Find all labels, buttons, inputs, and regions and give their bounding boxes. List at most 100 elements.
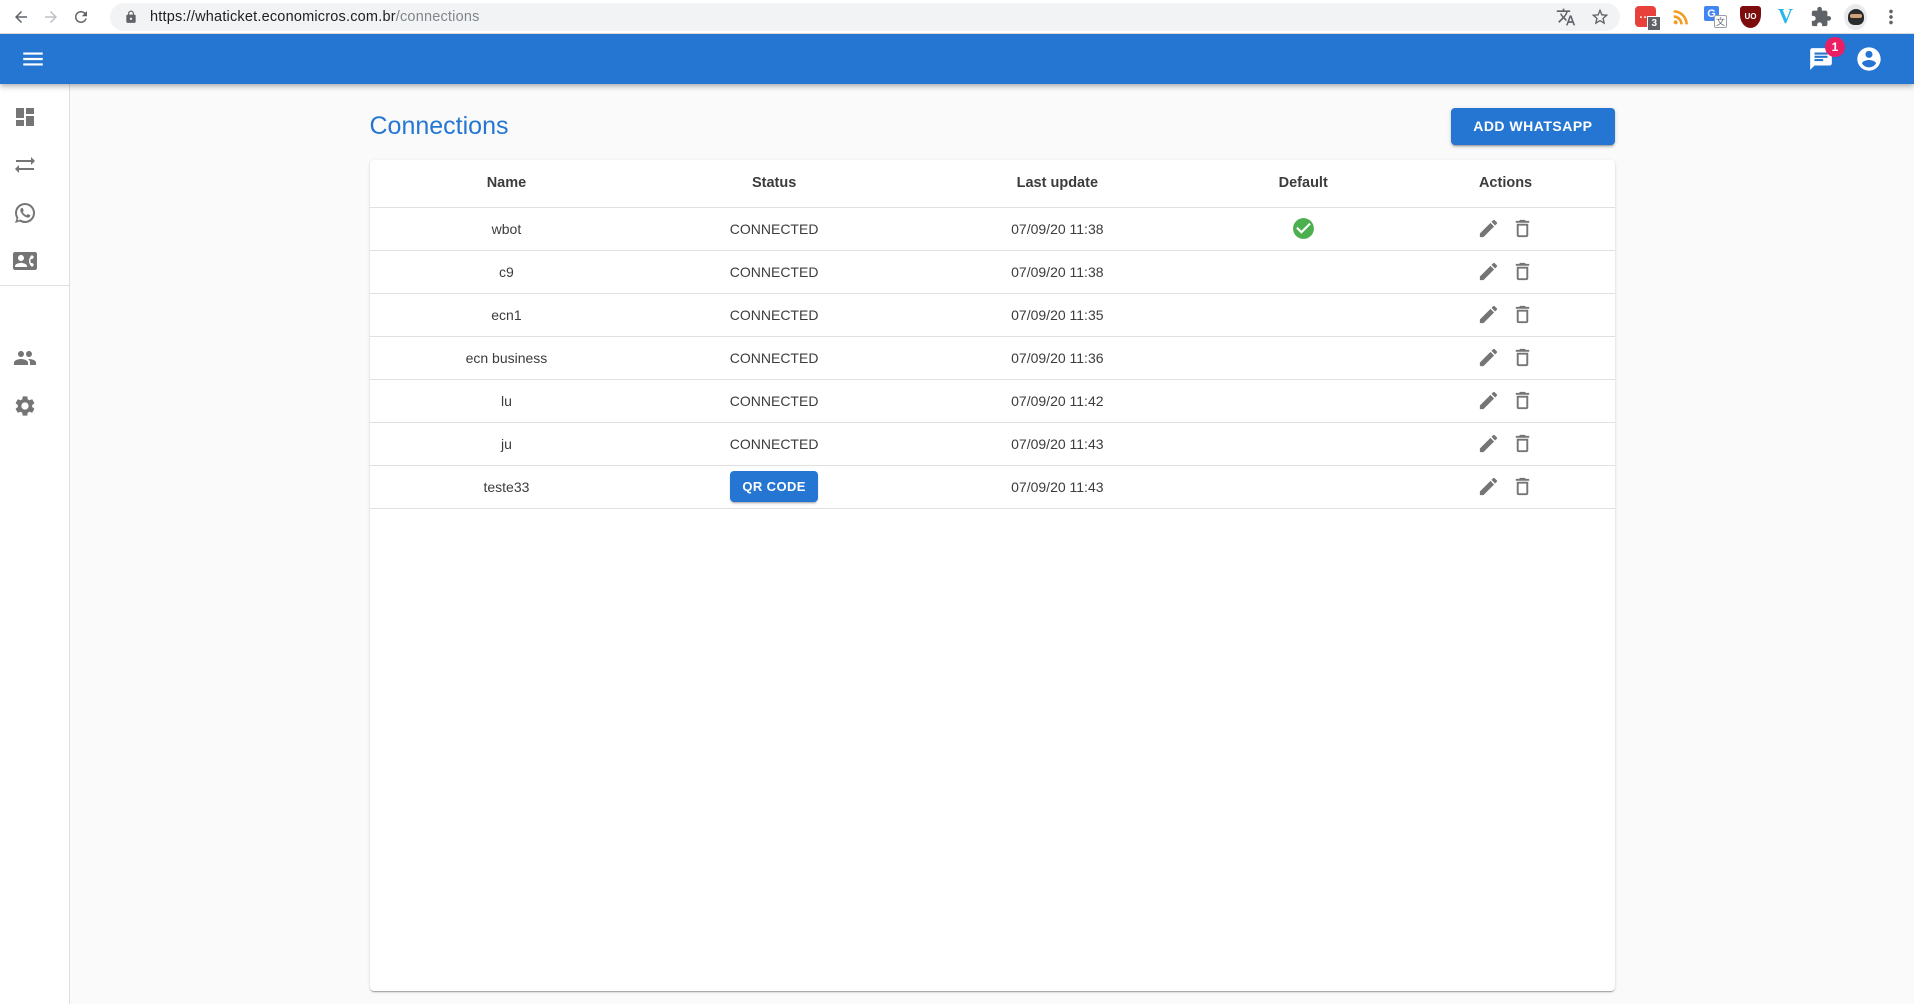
sidebar-item-connections[interactable] — [0, 189, 69, 237]
table-row: wbot CONNECTED 07/09/20 11:38 — [370, 207, 1615, 250]
sidebar-item-settings[interactable] — [0, 382, 69, 430]
header-default: Default — [1210, 160, 1397, 207]
connections-card: Name Status Last update Default Actions … — [370, 160, 1615, 991]
cell-last-update: 07/09/20 11:43 — [905, 422, 1210, 465]
account-circle-icon — [1855, 45, 1883, 73]
notifications-button[interactable]: 1 — [1808, 46, 1834, 72]
ublock-shield-icon: UO — [1740, 6, 1761, 28]
extensions-menu[interactable] — [1809, 5, 1832, 28]
delete-button[interactable] — [1507, 346, 1538, 369]
edit-button[interactable] — [1473, 389, 1504, 412]
qr-code-button[interactable]: QR CODE — [730, 471, 817, 502]
add-whatsapp-button[interactable]: ADD WHATSAPP — [1451, 108, 1614, 145]
check-circle-icon — [1291, 216, 1316, 241]
delete-trash-icon — [1511, 432, 1534, 455]
ninja-avatar-icon — [1848, 9, 1864, 25]
edit-pencil-icon — [1477, 260, 1500, 283]
compare-arrows-icon — [13, 153, 37, 177]
ublock-extension[interactable]: UO — [1739, 5, 1762, 28]
cell-actions — [1397, 379, 1615, 422]
puzzle-extension-icon — [1810, 6, 1832, 28]
reload-button[interactable] — [66, 2, 96, 32]
cell-status: CONNECTED — [643, 379, 904, 422]
cell-last-update: 07/09/20 11:38 — [905, 250, 1210, 293]
edit-pencil-icon — [1477, 303, 1500, 326]
delete-button[interactable] — [1507, 303, 1538, 326]
cell-actions — [1397, 207, 1615, 250]
back-button[interactable] — [6, 2, 36, 32]
star-bookmark-icon[interactable] — [1590, 7, 1610, 27]
edit-button[interactable] — [1473, 303, 1504, 326]
edit-pencil-icon — [1477, 389, 1500, 412]
delete-button[interactable] — [1507, 475, 1538, 498]
menu-hamburger-icon — [20, 46, 46, 72]
edit-button[interactable] — [1473, 475, 1504, 498]
header-last-update: Last update — [905, 160, 1210, 207]
people-icon — [13, 346, 37, 370]
cell-status: CONNECTED — [643, 336, 904, 379]
sidebar-item-tickets[interactable] — [0, 141, 69, 189]
app-bar: 1 — [0, 34, 1914, 84]
profile-avatar — [1844, 4, 1867, 30]
video-downloader-icon: V — [1778, 6, 1793, 27]
cell-status: CONNECTED — [643, 250, 904, 293]
sidebar-item-users[interactable] — [0, 334, 69, 382]
delete-button[interactable] — [1507, 389, 1538, 412]
connections-table: Name Status Last update Default Actions … — [370, 160, 1615, 509]
header-actions: Actions — [1397, 160, 1615, 207]
translate-extension-char: 文 — [1714, 15, 1727, 28]
notification-badge: 1 — [1825, 37, 1845, 57]
delete-button[interactable] — [1507, 217, 1538, 240]
header-status: Status — [643, 160, 904, 207]
url-origin: https://whaticket.economicros.com.br — [150, 9, 396, 25]
edit-button[interactable] — [1473, 260, 1504, 283]
more-vert-icon — [1880, 6, 1902, 28]
sidebar-item-dashboard[interactable] — [0, 93, 69, 141]
forward-button[interactable] — [36, 2, 66, 32]
account-menu-button[interactable] — [1855, 45, 1883, 73]
cell-default — [1210, 422, 1397, 465]
translate-extension[interactable]: G 文 — [1704, 5, 1727, 28]
cell-actions — [1397, 336, 1615, 379]
cell-last-update: 07/09/20 11:38 — [905, 207, 1210, 250]
cell-name: teste33 — [370, 465, 644, 508]
cell-last-update: 07/09/20 11:43 — [905, 465, 1210, 508]
browser-menu[interactable] — [1879, 5, 1902, 28]
edit-button[interactable] — [1473, 432, 1504, 455]
table-row: ecn1 CONNECTED 07/09/20 11:35 — [370, 293, 1615, 336]
translate-icon[interactable] — [1556, 7, 1576, 27]
menu-button[interactable] — [19, 45, 47, 73]
cell-name: c9 — [370, 250, 644, 293]
edit-pencil-icon — [1477, 346, 1500, 369]
browser-profile[interactable] — [1844, 5, 1867, 28]
edit-pencil-icon — [1477, 475, 1500, 498]
cell-name: lu — [370, 379, 644, 422]
header-name: Name — [370, 160, 644, 207]
cell-name: ecn business — [370, 336, 644, 379]
red-dots-extension[interactable]: ... 3 — [1634, 5, 1657, 28]
settings-gear-icon — [13, 394, 37, 418]
delete-button[interactable] — [1507, 260, 1538, 283]
cell-name: ju — [370, 422, 644, 465]
cell-default — [1210, 293, 1397, 336]
rss-feed-icon — [1670, 6, 1692, 28]
cell-name: ecn1 — [370, 293, 644, 336]
url-text: https://whaticket.economicros.com.br/con… — [150, 9, 480, 25]
address-bar[interactable]: https://whaticket.economicros.com.br/con… — [110, 3, 1620, 31]
sidebar-item-contacts[interactable] — [0, 237, 69, 285]
rss-extension[interactable] — [1669, 5, 1692, 28]
delete-button[interactable] — [1507, 432, 1538, 455]
page-title: Connections — [370, 112, 509, 141]
reload-icon — [72, 8, 90, 26]
cell-last-update: 07/09/20 11:35 — [905, 293, 1210, 336]
delete-trash-icon — [1511, 217, 1534, 240]
url-path: /connections — [396, 9, 480, 25]
edit-button[interactable] — [1473, 217, 1504, 240]
cell-actions — [1397, 465, 1615, 508]
cell-default — [1210, 465, 1397, 508]
delete-trash-icon — [1511, 260, 1534, 283]
delete-trash-icon — [1511, 475, 1534, 498]
video-downloader-extension[interactable]: V — [1774, 5, 1797, 28]
edit-button[interactable] — [1473, 346, 1504, 369]
cell-default — [1210, 336, 1397, 379]
